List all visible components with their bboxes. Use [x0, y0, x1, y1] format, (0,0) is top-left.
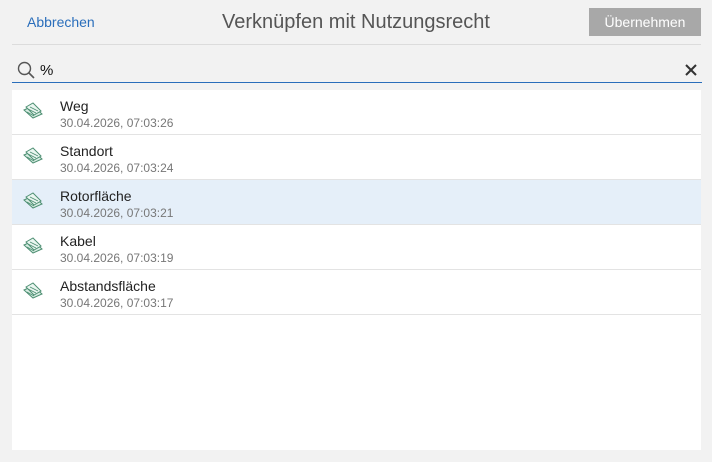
- result-list: Weg 30.04.2026, 07:03:26 Standort 30.04.…: [12, 90, 701, 450]
- close-icon[interactable]: [684, 63, 698, 77]
- search-icon: [17, 61, 35, 79]
- search-bar: [12, 57, 702, 83]
- list-item-0[interactable]: Weg 30.04.2026, 07:03:26: [12, 90, 701, 135]
- map-parcel-icon: [23, 102, 43, 119]
- list-item-name: Abstandsfläche: [60, 278, 156, 294]
- list-item-name: Kabel: [60, 233, 96, 249]
- list-item-1[interactable]: Standort 30.04.2026, 07:03:24: [12, 135, 701, 180]
- dialog-header: Abbrechen Verknüpfen mit Nutzungsrecht Ü…: [0, 0, 712, 44]
- list-item-name: Weg: [60, 98, 89, 114]
- header-divider: [12, 44, 701, 45]
- map-parcel-icon: [23, 237, 43, 254]
- apply-button[interactable]: Übernehmen: [589, 8, 701, 36]
- map-parcel-icon: [23, 282, 43, 299]
- list-item-date: 30.04.2026, 07:03:19: [60, 251, 174, 265]
- search-input[interactable]: [40, 59, 660, 81]
- list-item-3[interactable]: Kabel 30.04.2026, 07:03:19: [12, 225, 701, 270]
- list-item-date: 30.04.2026, 07:03:24: [60, 161, 174, 175]
- list-item-2[interactable]: Rotorfläche 30.04.2026, 07:03:21: [12, 180, 701, 225]
- map-parcel-icon: [23, 192, 43, 209]
- list-item-name: Standort: [60, 143, 113, 159]
- list-item-name: Rotorfläche: [60, 188, 132, 204]
- list-item-4[interactable]: Abstandsfläche 30.04.2026, 07:03:17: [12, 270, 701, 315]
- list-item-date: 30.04.2026, 07:03:17: [60, 296, 174, 310]
- map-parcel-icon: [23, 147, 43, 164]
- list-item-date: 30.04.2026, 07:03:26: [60, 116, 174, 130]
- list-item-date: 30.04.2026, 07:03:21: [60, 206, 174, 220]
